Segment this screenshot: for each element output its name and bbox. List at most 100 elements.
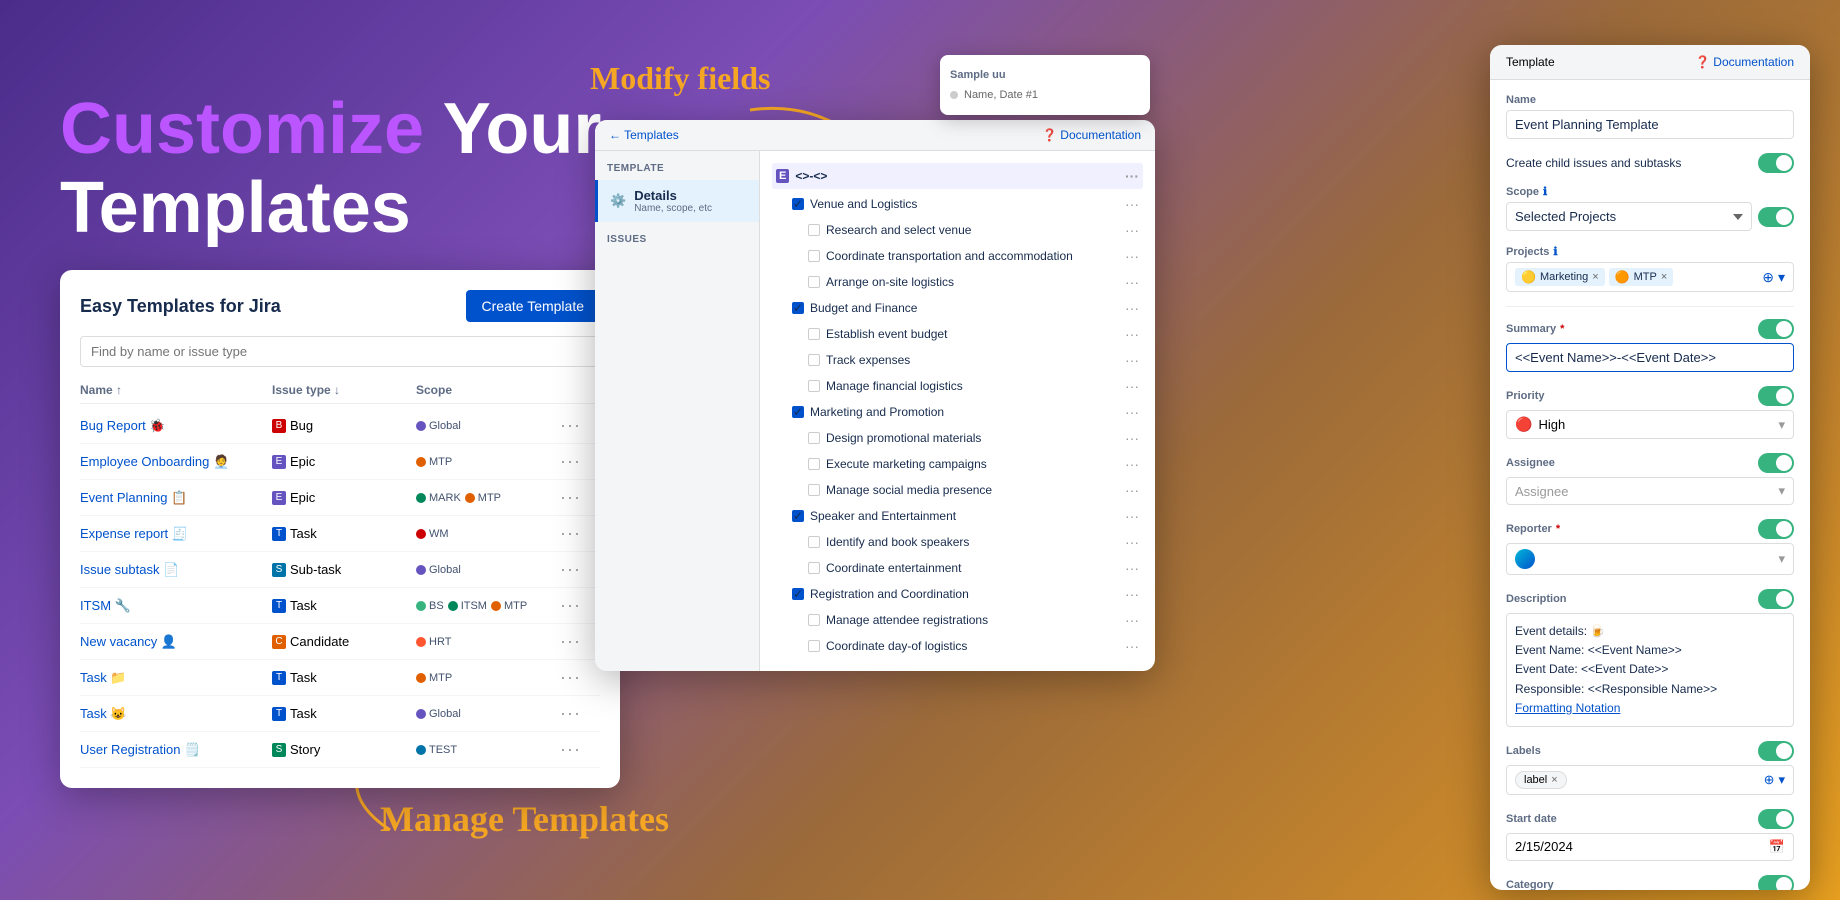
label-remove[interactable]: ×	[1551, 774, 1557, 786]
issue-actions-button[interactable]: ···	[1125, 326, 1139, 342]
table-row[interactable]: Task 😺 T Task Global ···	[80, 696, 600, 732]
issue-row[interactable]: Manage social media presence ···	[772, 477, 1143, 503]
issue-name: Coordinate day-of logistics	[826, 639, 967, 653]
config-doc-link[interactable]: ❓ Documentation	[1695, 55, 1794, 69]
table-row[interactable]: Employee Onboarding 🧑‍💼 E Epic MTP ···	[80, 444, 600, 480]
issue-actions-button[interactable]: ···	[1125, 456, 1139, 472]
scope-toggle[interactable]	[1758, 207, 1794, 227]
labels-add-icon[interactable]: ⊕	[1764, 772, 1775, 788]
issue-actions-button[interactable]: ···	[1125, 378, 1139, 394]
priority-toggle[interactable]	[1758, 386, 1794, 406]
assignee-chevron[interactable]: ▾	[1778, 483, 1785, 499]
template-name[interactable]: Task 😺	[80, 706, 272, 722]
template-name[interactable]: User Registration 🗒️	[80, 742, 272, 758]
template-name[interactable]: Bug Report 🐞	[80, 418, 272, 434]
issue-actions-button[interactable]: ···	[1125, 404, 1139, 420]
table-header: Name ↑ Issue type ↓ Scope	[80, 379, 600, 404]
issue-row[interactable]: Manage financial logistics ···	[772, 373, 1143, 399]
issue-row[interactable]: Track expenses ···	[772, 347, 1143, 373]
template-name[interactable]: Employee Onboarding 🧑‍💼	[80, 454, 272, 470]
scope-select[interactable]: Selected Projects	[1506, 202, 1752, 231]
table-row[interactable]: Task 📁 T Task MTP ···	[80, 660, 600, 696]
issue-row[interactable]: ✓ Marketing and Promotion ···	[772, 399, 1143, 425]
labels-toggle[interactable]	[1758, 741, 1794, 761]
issue-row[interactable]: Coordinate transportation and accommodat…	[772, 243, 1143, 269]
table-row[interactable]: User Registration 🗒️ S Story TEST ···	[80, 732, 600, 768]
row-actions-button[interactable]: ···	[560, 631, 600, 652]
back-link[interactable]: ← Templates	[609, 128, 679, 142]
start-date-toggle[interactable]	[1758, 809, 1794, 829]
row-actions-button[interactable]: ···	[560, 595, 600, 616]
row-actions-button[interactable]: ···	[560, 487, 600, 508]
issue-actions-button[interactable]: ···	[1125, 560, 1139, 576]
template-name[interactable]: Task 📁	[80, 670, 272, 686]
formatting-notation-link[interactable]: Formatting Notation	[1515, 701, 1620, 715]
issue-actions-button[interactable]: ···	[1125, 482, 1139, 498]
issue-row[interactable]: ✓ Registration and Coordination ···	[772, 581, 1143, 607]
row-actions-button[interactable]: ···	[560, 523, 600, 544]
doc-link[interactable]: ❓ Documentation	[1042, 128, 1141, 142]
issue-actions-button[interactable]: ···	[1125, 168, 1139, 184]
issue-row[interactable]: Arrange on-site logistics ···	[772, 269, 1143, 295]
row-actions-button[interactable]: ···	[560, 451, 600, 472]
sidebar-details-item[interactable]: ⚙️ Details Name, scope, etc	[595, 180, 759, 222]
issue-actions-button[interactable]: ···	[1125, 222, 1139, 238]
template-name[interactable]: New vacancy 👤	[80, 634, 272, 650]
template-name[interactable]: ITSM 🔧	[80, 598, 272, 614]
assignee-toggle[interactable]	[1758, 453, 1794, 473]
issue-row[interactable]: Execute marketing campaigns ···	[772, 451, 1143, 477]
row-actions-button[interactable]: ···	[560, 703, 600, 724]
template-scope: Global	[416, 420, 560, 432]
reporter-chevron[interactable]: ▾	[1778, 551, 1785, 567]
create-template-button[interactable]: Create Template	[466, 290, 600, 322]
issue-row[interactable]: ✓ Speaker and Entertainment ···	[772, 503, 1143, 529]
issue-row[interactable]: E <>-<> ···	[772, 163, 1143, 189]
issue-row[interactable]: Coordinate entertainment ···	[772, 555, 1143, 581]
issue-actions-button[interactable]: ···	[1125, 300, 1139, 316]
row-actions-button[interactable]: ···	[560, 667, 600, 688]
template-name[interactable]: Expense report 🧾	[80, 526, 272, 542]
issue-actions-button[interactable]: ···	[1125, 508, 1139, 524]
reporter-toggle[interactable]	[1758, 519, 1794, 539]
issue-actions-button[interactable]: ···	[1125, 352, 1139, 368]
summary-input[interactable]	[1506, 343, 1794, 372]
issue-row[interactable]: Identify and book speakers ···	[772, 529, 1143, 555]
search-input[interactable]	[80, 336, 600, 367]
row-actions-button[interactable]: ···	[560, 739, 600, 760]
name-input[interactable]	[1506, 110, 1794, 139]
summary-toggle[interactable]	[1758, 319, 1794, 339]
description-toggle[interactable]	[1758, 589, 1794, 609]
issue-actions-button[interactable]: ···	[1125, 248, 1139, 264]
table-row[interactable]: Issue subtask 📄 S Sub-task Global ···	[80, 552, 600, 588]
issue-row[interactable]: ✓ Budget and Finance ···	[772, 295, 1143, 321]
table-row[interactable]: ITSM 🔧 T Task BS ITSM MTP ···	[80, 588, 600, 624]
priority-chevron[interactable]: ▾	[1778, 417, 1785, 433]
table-row[interactable]: New vacancy 👤 C Candidate HRT ···	[80, 624, 600, 660]
issue-actions-button[interactable]: ···	[1125, 430, 1139, 446]
editor-body: TEMPLATE ⚙️ Details Name, scope, etc ISS…	[595, 151, 1155, 671]
issue-actions-button[interactable]: ···	[1125, 274, 1139, 290]
row-actions-button[interactable]: ···	[560, 415, 600, 436]
category-toggle[interactable]	[1758, 875, 1794, 890]
table-row[interactable]: Event Planning 📋 E Epic MARK MTP ···	[80, 480, 600, 516]
template-name[interactable]: Issue subtask 📄	[80, 562, 272, 578]
issue-actions-button[interactable]: ···	[1125, 638, 1139, 654]
issue-row[interactable]: Research and select venue ···	[772, 217, 1143, 243]
row-actions-button[interactable]: ···	[560, 559, 600, 580]
issue-row[interactable]: Establish event budget ···	[772, 321, 1143, 347]
projects-add-icon[interactable]: ⊕	[1762, 269, 1774, 286]
labels-chevron[interactable]: ▾	[1778, 772, 1785, 788]
table-row[interactable]: Bug Report 🐞 B Bug Global ···	[80, 408, 600, 444]
issue-row[interactable]: Design promotional materials ···	[772, 425, 1143, 451]
issue-actions-button[interactable]: ···	[1125, 612, 1139, 628]
issue-actions-button[interactable]: ···	[1125, 534, 1139, 550]
template-name[interactable]: Event Planning 📋	[80, 490, 272, 506]
issue-row[interactable]: ✓ Venue and Logistics ···	[772, 191, 1143, 217]
issue-actions-button[interactable]: ···	[1125, 196, 1139, 212]
issue-actions-button[interactable]: ···	[1125, 586, 1139, 602]
issue-row[interactable]: Manage attendee registrations ···	[772, 607, 1143, 633]
table-row[interactable]: Expense report 🧾 T Task WM ···	[80, 516, 600, 552]
issue-row[interactable]: Coordinate day-of logistics ···	[772, 633, 1143, 659]
child-issues-toggle[interactable]	[1758, 153, 1794, 173]
projects-chevron-icon[interactable]: ▾	[1778, 269, 1785, 286]
